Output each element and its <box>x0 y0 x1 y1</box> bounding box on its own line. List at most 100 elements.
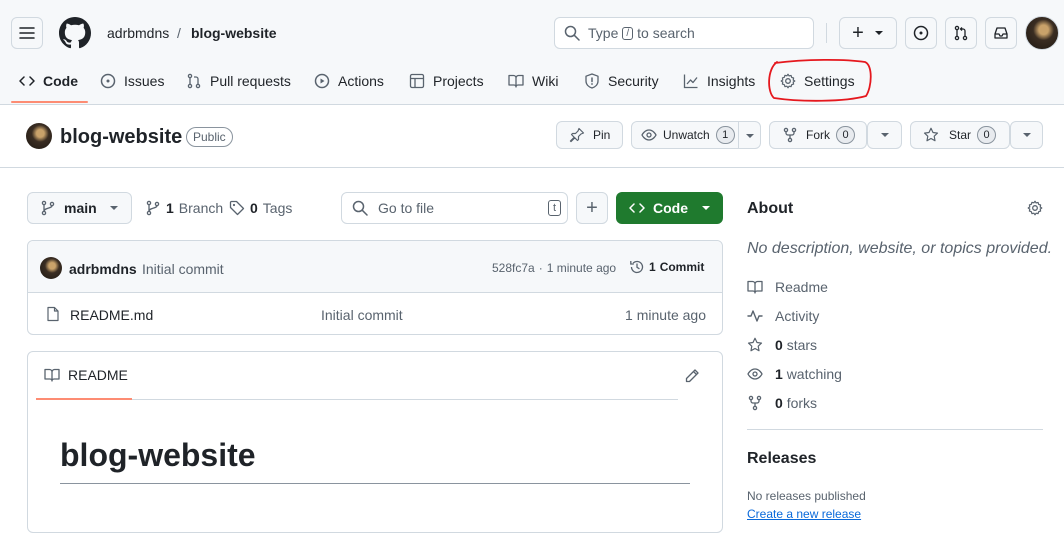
branches-label: Branch <box>178 200 224 216</box>
code-button-label: Code <box>653 200 688 216</box>
branches-link[interactable]: 1 Branch <box>145 200 223 216</box>
tab-label: Security <box>608 73 659 89</box>
tab-projects[interactable]: Projects <box>401 64 492 98</box>
activity-link-label: Activity <box>775 308 820 324</box>
file-commit-message[interactable]: Initial commit <box>321 307 403 323</box>
tab-label: Issues <box>124 73 165 89</box>
releases-title[interactable]: Releases <box>747 450 816 468</box>
tab-label: Insights <box>707 73 756 89</box>
fork-button[interactable]: Fork 0 <box>769 121 867 149</box>
breadcrumb-owner[interactable]: adrbmdns <box>107 24 169 42</box>
gear-icon[interactable] <box>1027 200 1043 216</box>
activity-link[interactable]: Activity <box>747 308 819 324</box>
user-avatar[interactable] <box>1025 16 1059 50</box>
watching-label: watching <box>786 366 842 382</box>
shield-icon <box>585 73 599 89</box>
forks-link[interactable]: 0 forks <box>747 395 817 411</box>
tab-code[interactable]: Code <box>11 64 86 98</box>
issue-opened-icon <box>913 25 929 41</box>
readme-tab-divider <box>132 399 678 400</box>
go-to-file-shortcut: t <box>548 200 562 216</box>
tab-actions[interactable]: Actions <box>306 64 392 98</box>
github-logo-icon[interactable] <box>59 17 91 49</box>
watching-count: 1 <box>775 366 783 382</box>
eye-icon <box>641 129 657 141</box>
tags-link[interactable]: 0 Tags <box>229 200 292 216</box>
breadcrumb-separator: / <box>177 25 181 41</box>
watch-button[interactable]: Unwatch 1 <box>631 121 761 149</box>
git-pull-request-icon <box>187 73 201 89</box>
go-to-file-input[interactable]: Go to file t <box>341 192 568 224</box>
pin-button[interactable]: Pin <box>556 121 623 149</box>
branches-count: 1 <box>166 200 174 216</box>
star-count: 0 <box>977 126 997 144</box>
create-new-button[interactable]: + <box>839 17 897 49</box>
header-divider <box>826 23 827 43</box>
commit-message[interactable]: Initial commit <box>142 261 224 277</box>
create-release-link[interactable]: Create a new release <box>747 507 861 521</box>
tab-wiki[interactable]: Wiki <box>500 64 566 98</box>
tab-insights[interactable]: Insights <box>675 64 763 98</box>
git-branch-icon <box>146 200 160 216</box>
menu-button[interactable] <box>11 17 43 49</box>
repo-owner-avatar[interactable] <box>26 123 52 149</box>
pin-label: Pin <box>593 128 611 142</box>
branch-name: main <box>64 200 97 216</box>
stars-link[interactable]: 0 stars <box>747 337 817 353</box>
file-name[interactable]: README.md <box>70 307 153 323</box>
readme-tab[interactable]: README <box>44 367 128 383</box>
pulse-icon <box>747 310 763 322</box>
tab-security[interactable]: Security <box>576 64 667 98</box>
commit-time: 1 minute ago <box>546 261 617 275</box>
chevron-down-icon <box>746 134 754 138</box>
fork-dropdown-button[interactable] <box>867 121 902 149</box>
graph-icon <box>683 74 698 89</box>
tab-label: Pull requests <box>210 73 291 89</box>
tab-pull-requests[interactable]: Pull requests <box>178 64 299 98</box>
watching-link[interactable]: 1 watching <box>747 366 842 382</box>
table-row[interactable]: README.md Initial commit 1 minute ago <box>28 294 722 334</box>
commit-author-avatar[interactable] <box>40 257 62 279</box>
commit-author[interactable]: adrbmdns <box>69 261 137 277</box>
stars-label: stars <box>786 337 818 353</box>
history-icon <box>630 260 644 274</box>
stars-count: 0 <box>775 337 783 353</box>
chevron-down-icon <box>109 206 118 210</box>
pull-requests-header-button[interactable] <box>945 17 977 49</box>
tab-label: Code <box>43 73 78 89</box>
inbox-button[interactable] <box>985 17 1017 49</box>
chevron-down-icon <box>702 206 710 210</box>
code-dropdown-button[interactable]: Code <box>616 192 723 224</box>
tags-label: Tags <box>262 200 293 216</box>
book-icon <box>44 368 60 382</box>
inbox-icon <box>994 27 1008 39</box>
repo-forked-icon <box>783 127 797 143</box>
star-icon <box>747 337 763 352</box>
eye-icon <box>747 368 763 380</box>
tag-icon <box>229 200 245 216</box>
commits-history-link[interactable]: 1 Commit <box>629 259 704 275</box>
about-title: About <box>747 200 794 217</box>
readme-link[interactable]: Readme <box>747 279 828 295</box>
repo-name-heading[interactable]: blog-website <box>60 126 182 148</box>
search-input[interactable]: Type / to search <box>554 17 814 49</box>
add-file-button[interactable]: + <box>576 192 608 224</box>
commit-hash[interactable]: 528fc7a <box>492 261 535 275</box>
file-icon <box>47 306 59 322</box>
breadcrumb-repo[interactable]: blog-website <box>191 24 277 42</box>
issues-header-button[interactable] <box>905 17 937 49</box>
watch-label: Unwatch <box>663 128 710 142</box>
fork-label: Fork <box>806 128 830 142</box>
star-button[interactable]: Star 0 <box>910 121 1010 149</box>
star-dropdown-button[interactable] <box>1010 121 1043 149</box>
tab-issues[interactable]: Issues <box>92 64 172 98</box>
chevron-down-icon <box>874 31 883 35</box>
forks-label: forks <box>786 395 818 411</box>
book-icon <box>508 74 524 88</box>
pencil-icon[interactable] <box>684 368 700 384</box>
watch-count: 1 <box>715 126 735 144</box>
branch-selector[interactable]: main <box>27 192 132 224</box>
git-branch-icon <box>41 200 55 216</box>
chevron-down-icon <box>1022 133 1031 137</box>
search-icon <box>352 200 368 216</box>
